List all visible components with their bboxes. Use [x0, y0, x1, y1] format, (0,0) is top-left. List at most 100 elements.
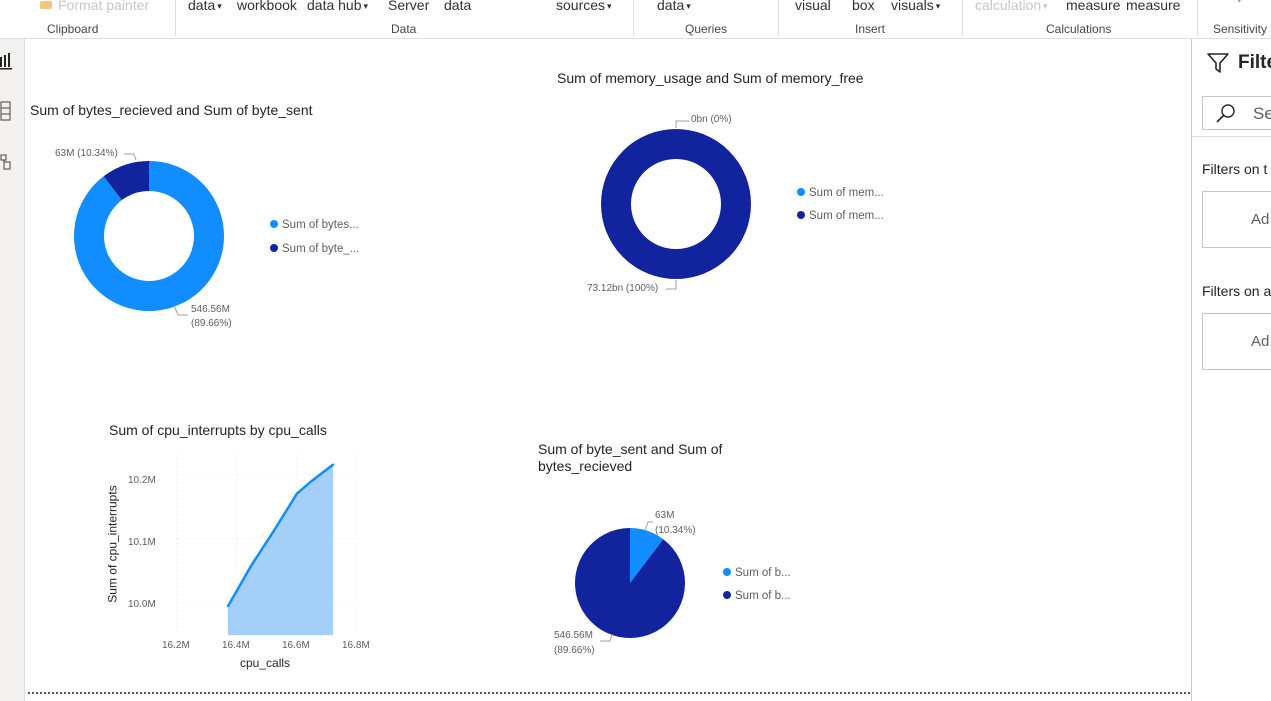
filters-pane: Filte Sea Filters on t Ad Filters on a A…	[1191, 39, 1271, 701]
pie-chart-svg	[575, 521, 685, 642]
data-point[interactable]	[271, 530, 275, 534]
x-tick-label: 16.2M	[162, 640, 190, 651]
legend-marker	[797, 188, 805, 196]
legend-marker	[270, 220, 278, 228]
legend-item[interactable]: Sum of mem...	[797, 187, 884, 199]
recent-sources-button[interactable]: sources ▾	[556, 0, 612, 13]
more-visuals-button[interactable]: visuals ▾	[891, 0, 940, 13]
add-data-fields-label: Ad	[1251, 211, 1270, 228]
workbook-button[interactable]: workbook	[237, 0, 297, 13]
chevron-down-icon: ▾	[686, 1, 691, 11]
new-visual-button[interactable]: visual	[795, 0, 831, 13]
format-painter-button[interactable]: Format painter	[40, 0, 149, 13]
chart-title-line2: bytes_recieved	[538, 458, 633, 474]
chart-title: Sum of memory_usage and Sum of memory_fr…	[557, 70, 864, 86]
transform-data-label: data	[657, 0, 685, 13]
data-point[interactable]	[250, 563, 254, 566]
data-point[interactable]	[310, 479, 314, 482]
y-tick-label: 10.2M	[128, 475, 156, 486]
group-clipboard-label: Clipboard	[47, 22, 99, 36]
legend-label: Sum of mem...	[809, 187, 884, 199]
data-label: 73.12bn (100%)	[587, 283, 659, 294]
legend-item[interactable]: Sum of mem...	[797, 210, 884, 222]
add-data-fields-well[interactable]: Ad	[1202, 191, 1271, 248]
chevron-down-icon: ▾	[607, 1, 612, 11]
add-data-fields-well[interactable]: Ad	[1202, 313, 1271, 370]
y-axis-title: Sum of cpu_interrupts	[105, 485, 120, 603]
filters-on-this-page-label: Filters on t	[1202, 161, 1268, 177]
filters-search-input[interactable]: Sea	[1202, 96, 1271, 130]
chevron-down-icon: ▾	[1237, 0, 1242, 5]
workbook-label: workbook	[237, 0, 297, 13]
data-label-percent: (10.34%)	[655, 525, 696, 536]
text-box-button[interactable]: box	[852, 0, 875, 13]
legend-label: Sum of mem...	[809, 210, 884, 222]
chart-title: Sum of cpu_interrupts by cpu_calls	[109, 422, 327, 438]
data-label: 63M (10.34%)	[55, 148, 118, 159]
data-hub-label: data hub	[307, 0, 362, 13]
server-label: Server	[388, 0, 430, 13]
group-insert-label: Insert	[855, 22, 886, 36]
data-label-percent: (89.66%)	[191, 318, 232, 329]
legend-item[interactable]: Sum of b...	[723, 590, 791, 602]
data-label: 0bn (0%)	[691, 114, 732, 125]
get-data-button[interactable]: data ▾	[188, 0, 222, 13]
data-label: data	[444, 0, 472, 13]
data-hub-button[interactable]: data hub ▾	[307, 0, 368, 13]
legend-label: Sum of byte_...	[282, 243, 360, 255]
x-tick-label: 16.6M	[282, 640, 310, 651]
pane-divider	[1192, 136, 1271, 137]
sql-server-button[interactable]: Server	[388, 0, 429, 13]
ribbon: Format painter Clipboard data ▾ workbook …	[0, 0, 1271, 39]
filter-icon	[1207, 53, 1229, 73]
x-tick-label: 16.8M	[342, 640, 370, 651]
new-calculation-button[interactable]: calculation ▾	[975, 0, 1048, 13]
legend-marker	[797, 211, 805, 219]
visuals-label: visuals	[891, 0, 934, 13]
table-view-icon[interactable]	[0, 101, 14, 121]
slice[interactable]	[575, 528, 685, 638]
add-data-fields-label: Ad	[1251, 333, 1270, 350]
ribbon-divider	[962, 0, 963, 36]
chevron-down-icon: ▾	[217, 1, 222, 11]
group-queries-label: Queries	[685, 22, 728, 36]
legend-label: Sum of b...	[735, 590, 791, 602]
data-label: 63M	[655, 510, 675, 521]
filters-on-all-pages-label: Filters on a	[1202, 283, 1271, 299]
data-point[interactable]	[331, 463, 335, 466]
view-switcher-rail	[0, 39, 25, 701]
ribbon-divider	[1197, 0, 1198, 36]
group-sensitivity-label: Sensitivity	[1213, 22, 1268, 36]
visual-label: visual	[795, 0, 831, 13]
chart-title-line1: Sum of byte_sent and Sum of	[538, 441, 723, 457]
group-calculations-label: Calculations	[1046, 22, 1112, 36]
report-view-icon[interactable]	[0, 53, 14, 71]
format-painter-label: Format painter	[58, 0, 150, 13]
paintbrush-icon	[40, 1, 52, 9]
page-boundary	[28, 692, 1190, 694]
chevron-down-icon: ▾	[935, 1, 941, 11]
legend-item[interactable]: Sum of byte_...	[270, 243, 359, 255]
legend-item[interactable]: Sum of bytes...	[270, 219, 359, 231]
enter-data-button[interactable]: data	[444, 0, 471, 13]
sensitivity-button[interactable]: ▾	[1235, 0, 1242, 7]
data-point[interactable]	[295, 492, 299, 495]
legend-item[interactable]: Sum of b...	[723, 567, 791, 579]
new-measure-button[interactable]: measure	[1066, 0, 1120, 13]
search-icon	[1216, 104, 1235, 123]
ribbon-divider	[778, 0, 779, 36]
y-tick-label: 10.1M	[128, 537, 156, 548]
filters-title: Filte	[1238, 52, 1271, 73]
sources-label: sources	[556, 0, 606, 13]
chart-title: Sum of bytes_recieved and Sum of byte_se…	[30, 102, 313, 118]
chevron-down-icon: ▾	[363, 1, 369, 11]
chevron-down-icon: ▾	[1043, 1, 1048, 11]
data-label: 546.56M	[554, 630, 593, 641]
x-tick-label: 16.4M	[222, 640, 250, 651]
y-tick-label: 10.0M	[128, 599, 156, 610]
ribbon-divider	[633, 0, 634, 36]
data-point[interactable]	[226, 604, 230, 608]
quick-measure-button[interactable]: measure	[1126, 0, 1180, 13]
model-view-icon[interactable]	[0, 153, 14, 171]
transform-data-button[interactable]: data ▾	[657, 0, 691, 13]
